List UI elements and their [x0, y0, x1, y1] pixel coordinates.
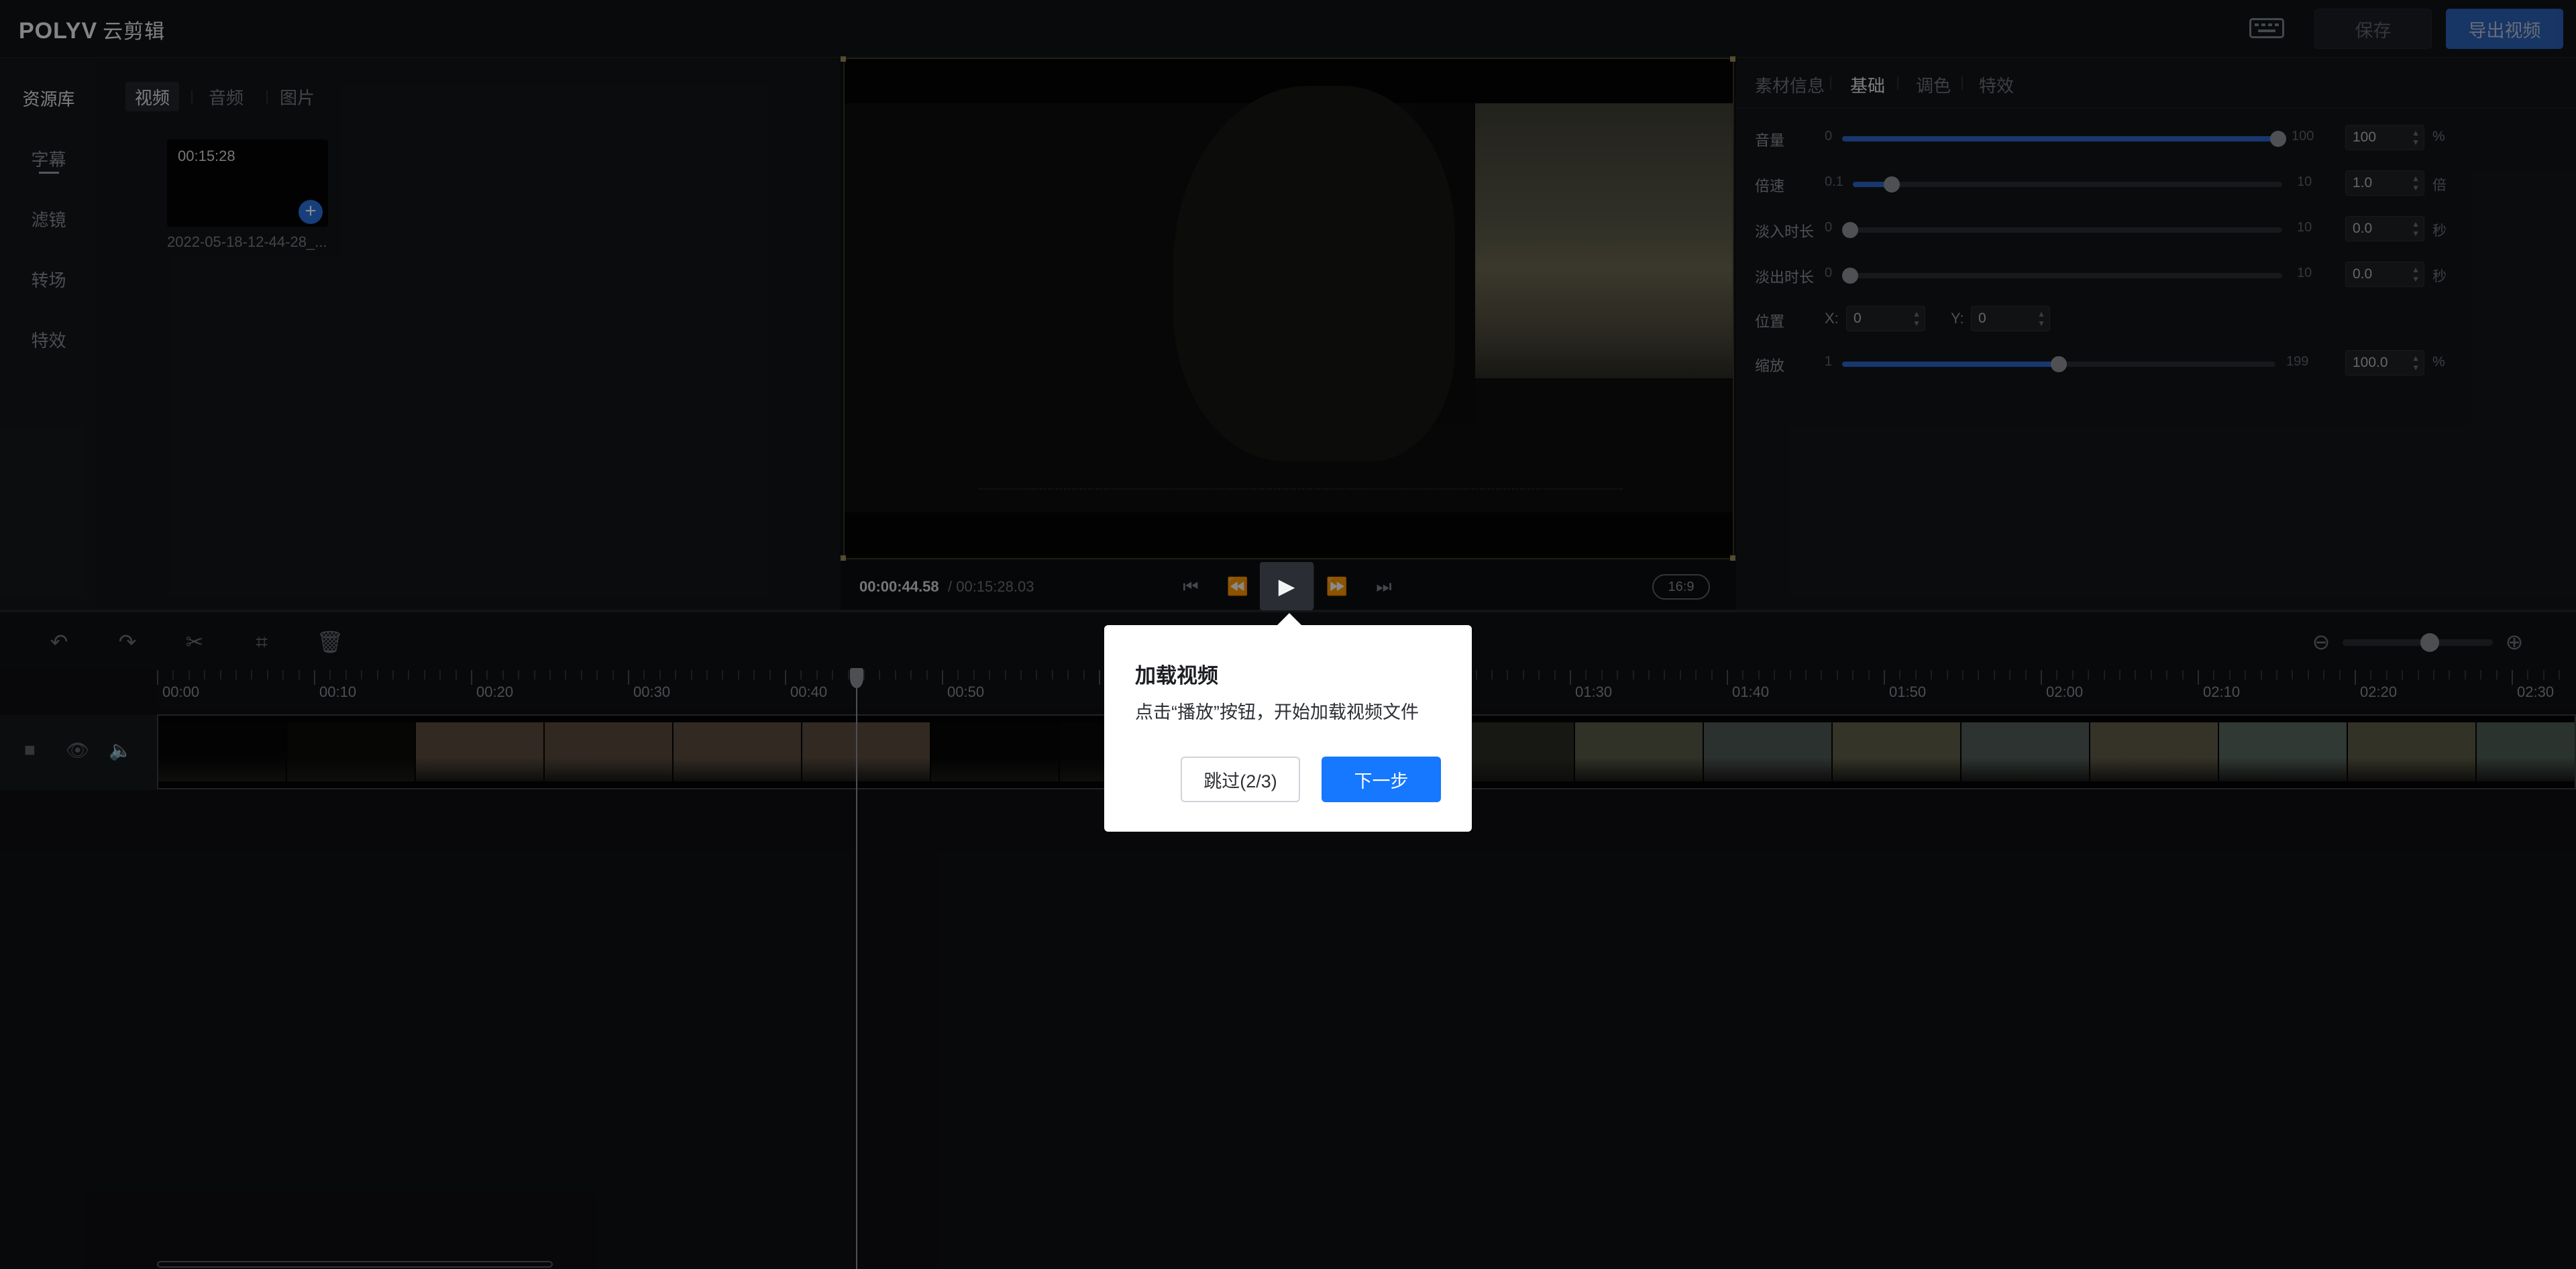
highlighted-play-button[interactable]: ▶: [1260, 562, 1313, 610]
next-step-button[interactable]: 下一步: [1322, 757, 1441, 802]
guide-title: 加载视频: [1135, 664, 1218, 687]
guide-body: 点击“播放”按钮，开始加载视频文件: [1135, 702, 1419, 722]
guide-arrow: [1277, 613, 1301, 625]
skip-button[interactable]: 跳过(2/3): [1181, 757, 1300, 802]
guide-dialog: 加载视频 点击“播放”按钮，开始加载视频文件 跳过(2/3) 下一步: [1104, 625, 1472, 832]
